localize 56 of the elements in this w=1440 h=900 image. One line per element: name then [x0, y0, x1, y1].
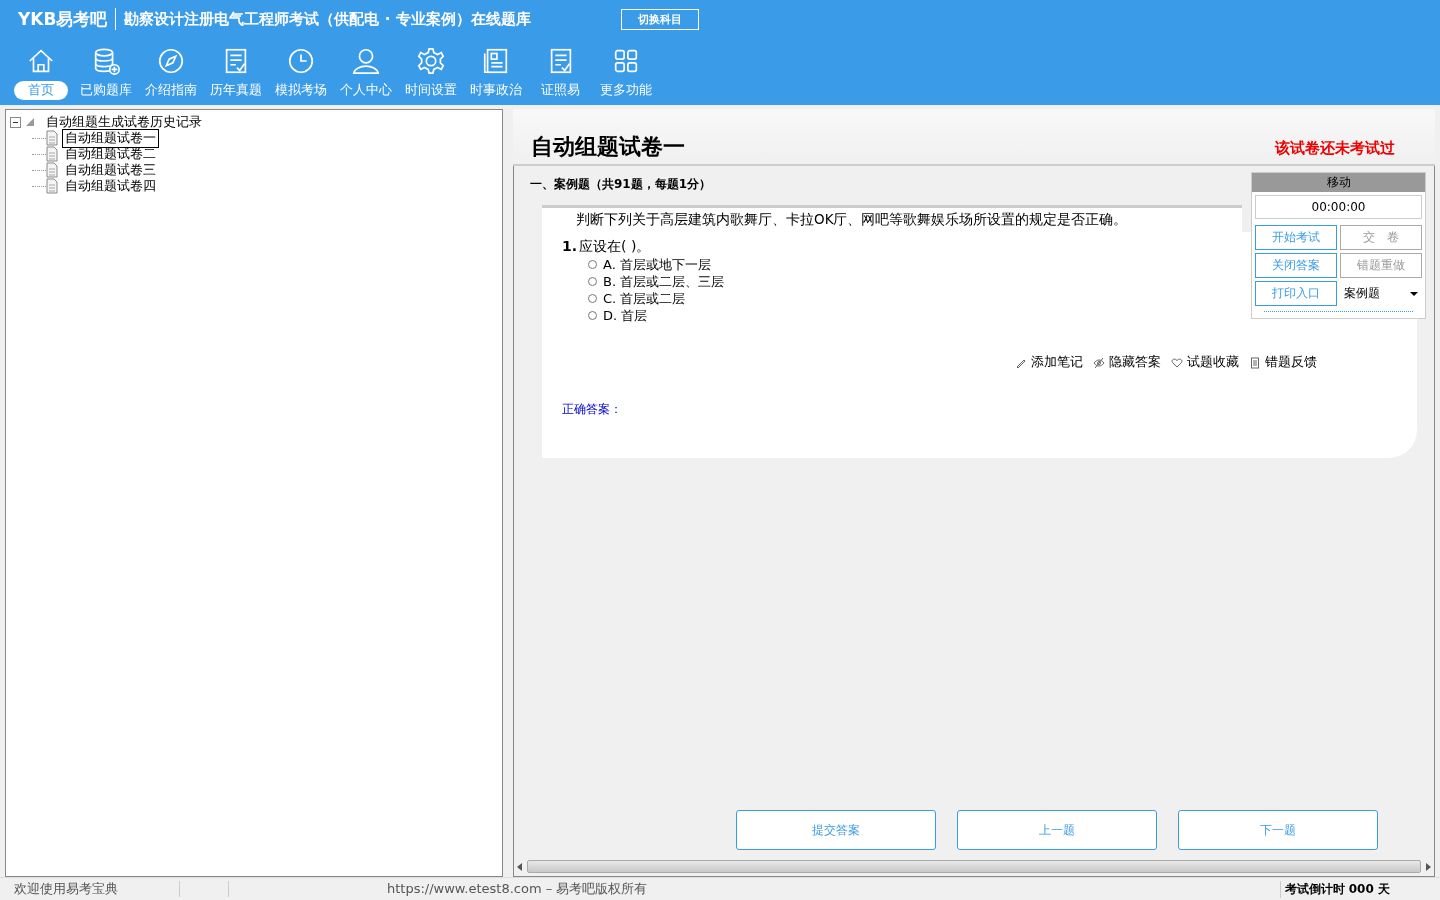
nav-tab[interactable]: 更多功能 — [597, 81, 654, 100]
nav-tab[interactable]: 时事政治 — [467, 81, 524, 100]
panel-title: 移动 — [1252, 173, 1425, 192]
panel-button[interactable]: 开始考试 — [1255, 225, 1337, 250]
heart-icon[interactable] — [1171, 356, 1183, 369]
section-heading: 一、案例题（共91题，每题1分） — [529, 176, 713, 193]
document-icon — [46, 178, 58, 194]
tool-label[interactable]: 试题收藏 — [1187, 354, 1239, 371]
scroll-right-icon[interactable] — [1425, 862, 1431, 871]
nav-tab[interactable]: 已购题库 — [77, 81, 134, 100]
nav-tab[interactable]: 历年真题 — [207, 81, 264, 100]
document-icon — [46, 162, 58, 178]
countdown-text: 考试倒计时 000 天 — [1279, 880, 1390, 898]
option-label[interactable]: A. 首层或地下一层 — [603, 255, 711, 274]
option-label[interactable]: C. 首层或二层 — [603, 289, 686, 308]
nav-tab[interactable]: 证照易 — [539, 81, 582, 100]
tool-label[interactable]: 添加笔记 — [1031, 354, 1083, 371]
panel-button[interactable]: 交 卷 — [1340, 225, 1422, 250]
nav-button[interactable]: 下一题 — [1178, 810, 1378, 850]
panel-button[interactable]: 错题重做 — [1340, 253, 1422, 278]
document-icon — [46, 146, 58, 162]
nav-button[interactable]: 上一题 — [957, 810, 1157, 850]
answer-label: 正确答案： — [562, 401, 623, 418]
nav-tab[interactable]: 首页 — [13, 81, 68, 100]
nav-tab[interactable]: 时间设置 — [402, 81, 459, 100]
paper-title: 自动组题试卷一 — [531, 133, 685, 161]
paper-status: 该试卷还未考试过 — [1275, 139, 1395, 159]
scrollbar-thumb[interactable] — [527, 860, 1421, 873]
question-type-dropdown[interactable]: 案例题 — [1340, 281, 1422, 306]
panel-button[interactable]: 关闭答案 — [1255, 253, 1337, 278]
tree-item[interactable]: 自动组题试卷一 — [62, 128, 159, 148]
collapse-toggle[interactable] — [10, 116, 21, 128]
tool-label[interactable]: 隐藏答案 — [1109, 354, 1161, 371]
timer-display: 00:00:00 — [1255, 195, 1422, 219]
option-label[interactable]: D. 首层 — [603, 306, 648, 325]
option-label[interactable]: B. 首层或二层、三层 — [603, 272, 725, 291]
welcome-text: 欢迎使用易考宝典 — [13, 880, 119, 898]
nav-tab[interactable]: 介绍指南 — [142, 81, 199, 100]
panel-button[interactable]: 打印入口 — [1255, 281, 1337, 306]
nav-tab[interactable]: 模拟考场 — [272, 81, 329, 100]
nav-tab[interactable]: 个人中心 — [337, 81, 394, 100]
book-icon[interactable] — [1249, 356, 1261, 369]
question-number: 1. — [562, 238, 578, 254]
question-text: 应设在( )。 — [579, 238, 651, 254]
tool-label[interactable]: 错题反馈 — [1265, 354, 1317, 371]
document-icon — [46, 130, 58, 146]
logo: YKB易考吧 — [18, 7, 108, 31]
copyright-text: https://www.etest8.com – 易考吧版权所有 — [387, 880, 648, 898]
question-stem: 判断下列关于高层建筑内歌舞厅、卡拉OK厅、网吧等歌舞娱乐场所设置的规定是否正确。 — [542, 205, 1242, 232]
gear-icon[interactable] — [415, 46, 446, 76]
scroll-left-icon[interactable] — [517, 862, 523, 871]
person-icon[interactable] — [350, 46, 381, 76]
eye-icon[interactable] — [1093, 356, 1105, 369]
nav-button[interactable]: 提交答案 — [736, 810, 936, 850]
app-title: 勘察设计注册电气工程师考试（供配电 · 专业案例）在线题库 — [124, 9, 531, 29]
switch-subject-button[interactable]: 切换科目 — [620, 8, 699, 30]
